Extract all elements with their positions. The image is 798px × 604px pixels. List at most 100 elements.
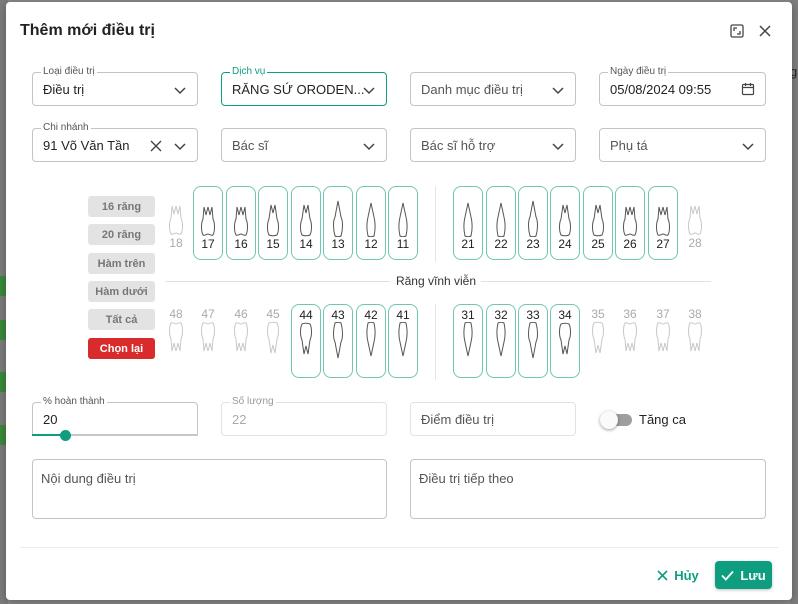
- select-upper-jaw-button[interactable]: Hàm trên: [88, 253, 155, 274]
- chevron-down-icon: [552, 143, 564, 151]
- tooth-number: 26: [623, 237, 637, 251]
- tooth-44[interactable]: 44: [291, 304, 321, 378]
- tooth-number: 21: [461, 237, 475, 251]
- field-placeholder: Bác sĩ hỗ trợ: [421, 138, 496, 153]
- tooth-38[interactable]: 38: [680, 304, 710, 378]
- cancel-button[interactable]: Hủy: [654, 561, 702, 589]
- tooth-25[interactable]: 25: [583, 186, 613, 260]
- tooth-28[interactable]: 28: [680, 186, 710, 260]
- tooth-number: 43: [331, 308, 345, 322]
- tooth-18[interactable]: 18: [161, 186, 191, 260]
- tooth-number: 35: [591, 307, 605, 321]
- treatment-date-field[interactable]: Ngày điều trị 05/08/2024 09:55: [599, 66, 766, 106]
- close-icon: [657, 569, 668, 581]
- expand-icon[interactable]: [726, 20, 748, 42]
- tooth-17[interactable]: 17: [193, 186, 223, 260]
- completion-slider-thumb[interactable]: [60, 430, 71, 441]
- tooth-27[interactable]: 27: [648, 186, 678, 260]
- tooth-32[interactable]: 32: [486, 304, 516, 378]
- tooth-icon: [333, 322, 343, 359]
- tooth-number: 47: [201, 307, 215, 321]
- branch-select[interactable]: Chi nhánh 91 Võ Văn Tần: [32, 122, 198, 162]
- select-all-button[interactable]: Tất cả: [88, 309, 155, 330]
- tooth-number: 36: [623, 307, 637, 321]
- tooth-icon: [623, 322, 637, 352]
- assistant-doctor-select[interactable]: Bác sĩ hỗ trợ: [410, 128, 576, 162]
- tooth-16[interactable]: 16: [226, 186, 256, 260]
- tooth-icon: [366, 202, 376, 237]
- tooth-icon: [169, 322, 183, 352]
- tooth-icon: [398, 322, 408, 357]
- tooth-31[interactable]: 31: [453, 304, 483, 378]
- tooth-number: 31: [461, 308, 475, 322]
- tooth-icon: [559, 322, 571, 355]
- tooth-12[interactable]: 12: [356, 186, 386, 260]
- save-button[interactable]: Lưu: [715, 561, 772, 589]
- tooth-21[interactable]: 21: [453, 186, 483, 260]
- service-select[interactable]: Dịch vụ RĂNG SỨ ORODEN...: [221, 66, 387, 106]
- tooth-icon: [300, 322, 312, 355]
- tooth-number: 42: [364, 308, 378, 322]
- overtime-label: Tăng ca: [639, 412, 686, 427]
- tooth-icon: [656, 322, 670, 352]
- chevron-down-icon: [363, 87, 375, 95]
- tooth-icon: [528, 200, 538, 237]
- tooth-33[interactable]: 33: [518, 304, 548, 378]
- reset-selection-button[interactable]: Chọn lại: [88, 338, 155, 359]
- treatment-category-select[interactable]: Danh mục điều trị: [410, 72, 576, 106]
- tooth-43[interactable]: 43: [323, 304, 353, 378]
- field-placeholder: Phụ tá: [610, 138, 648, 153]
- tooth-37[interactable]: 37: [648, 304, 678, 378]
- tooth-icon: [592, 204, 604, 237]
- nurse-select[interactable]: Phụ tá: [599, 128, 766, 162]
- clear-icon[interactable]: [149, 139, 163, 153]
- tooth-icon: [688, 322, 702, 352]
- tooth-number: 48: [169, 307, 183, 321]
- tooth-icon: [333, 200, 343, 237]
- field-label: Số lượng: [230, 396, 276, 408]
- select-lower-jaw-button[interactable]: Hàm dưới: [88, 281, 155, 302]
- tooth-icon: [623, 206, 637, 236]
- tooth-number: 45: [266, 307, 280, 321]
- field-placeholder: Điều trị tiếp theo: [419, 471, 514, 486]
- tooth-number: 27: [656, 237, 670, 251]
- treatment-content-textarea[interactable]: Nội dung điều trị: [32, 459, 387, 519]
- tooth-icon: [496, 322, 506, 357]
- tooth-35[interactable]: 35: [583, 304, 613, 378]
- tooth-15[interactable]: 15: [258, 186, 288, 260]
- tooth-14[interactable]: 14: [291, 186, 321, 260]
- select-20-teeth-button[interactable]: 20 răng: [88, 224, 155, 245]
- tooth-26[interactable]: 26: [615, 186, 645, 260]
- treatment-points-field[interactable]: Điểm điều trị: [410, 402, 576, 436]
- overtime-toggle[interactable]: [600, 410, 634, 430]
- tooth-48[interactable]: 48: [161, 304, 191, 378]
- field-value: 91 Võ Văn Tần: [43, 138, 130, 153]
- tooth-13[interactable]: 13: [323, 186, 353, 260]
- field-label: Loại điều trị: [41, 66, 97, 78]
- divider: [435, 186, 436, 262]
- tooth-number: 37: [656, 307, 670, 321]
- tooth-36[interactable]: 36: [615, 304, 645, 378]
- tooth-42[interactable]: 42: [356, 304, 386, 378]
- tooth-icon: [234, 206, 248, 236]
- completion-percent-field[interactable]: % hoàn thành 20: [32, 396, 198, 436]
- tooth-24[interactable]: 24: [550, 186, 580, 260]
- field-value: 22: [232, 412, 247, 427]
- next-treatment-textarea[interactable]: Điều trị tiếp theo: [410, 459, 766, 519]
- tooth-22[interactable]: 22: [486, 186, 516, 260]
- tooth-11[interactable]: 11: [388, 186, 418, 260]
- tooth-46[interactable]: 46: [226, 304, 256, 378]
- tooth-45[interactable]: 45: [258, 304, 288, 378]
- tooth-icon: [496, 202, 506, 237]
- field-placeholder: Điểm điều trị: [421, 412, 494, 427]
- tooth-icon: [300, 204, 312, 237]
- calendar-icon[interactable]: [741, 82, 755, 96]
- tooth-47[interactable]: 47: [193, 304, 223, 378]
- doctor-select[interactable]: Bác sĩ: [221, 128, 387, 162]
- tooth-41[interactable]: 41: [388, 304, 418, 378]
- tooth-34[interactable]: 34: [550, 304, 580, 378]
- close-icon[interactable]: [754, 20, 776, 42]
- select-16-teeth-button[interactable]: 16 răng: [88, 196, 155, 217]
- treatment-type-select[interactable]: Loại điều trị Điều trị: [32, 66, 198, 106]
- tooth-23[interactable]: 23: [518, 186, 548, 260]
